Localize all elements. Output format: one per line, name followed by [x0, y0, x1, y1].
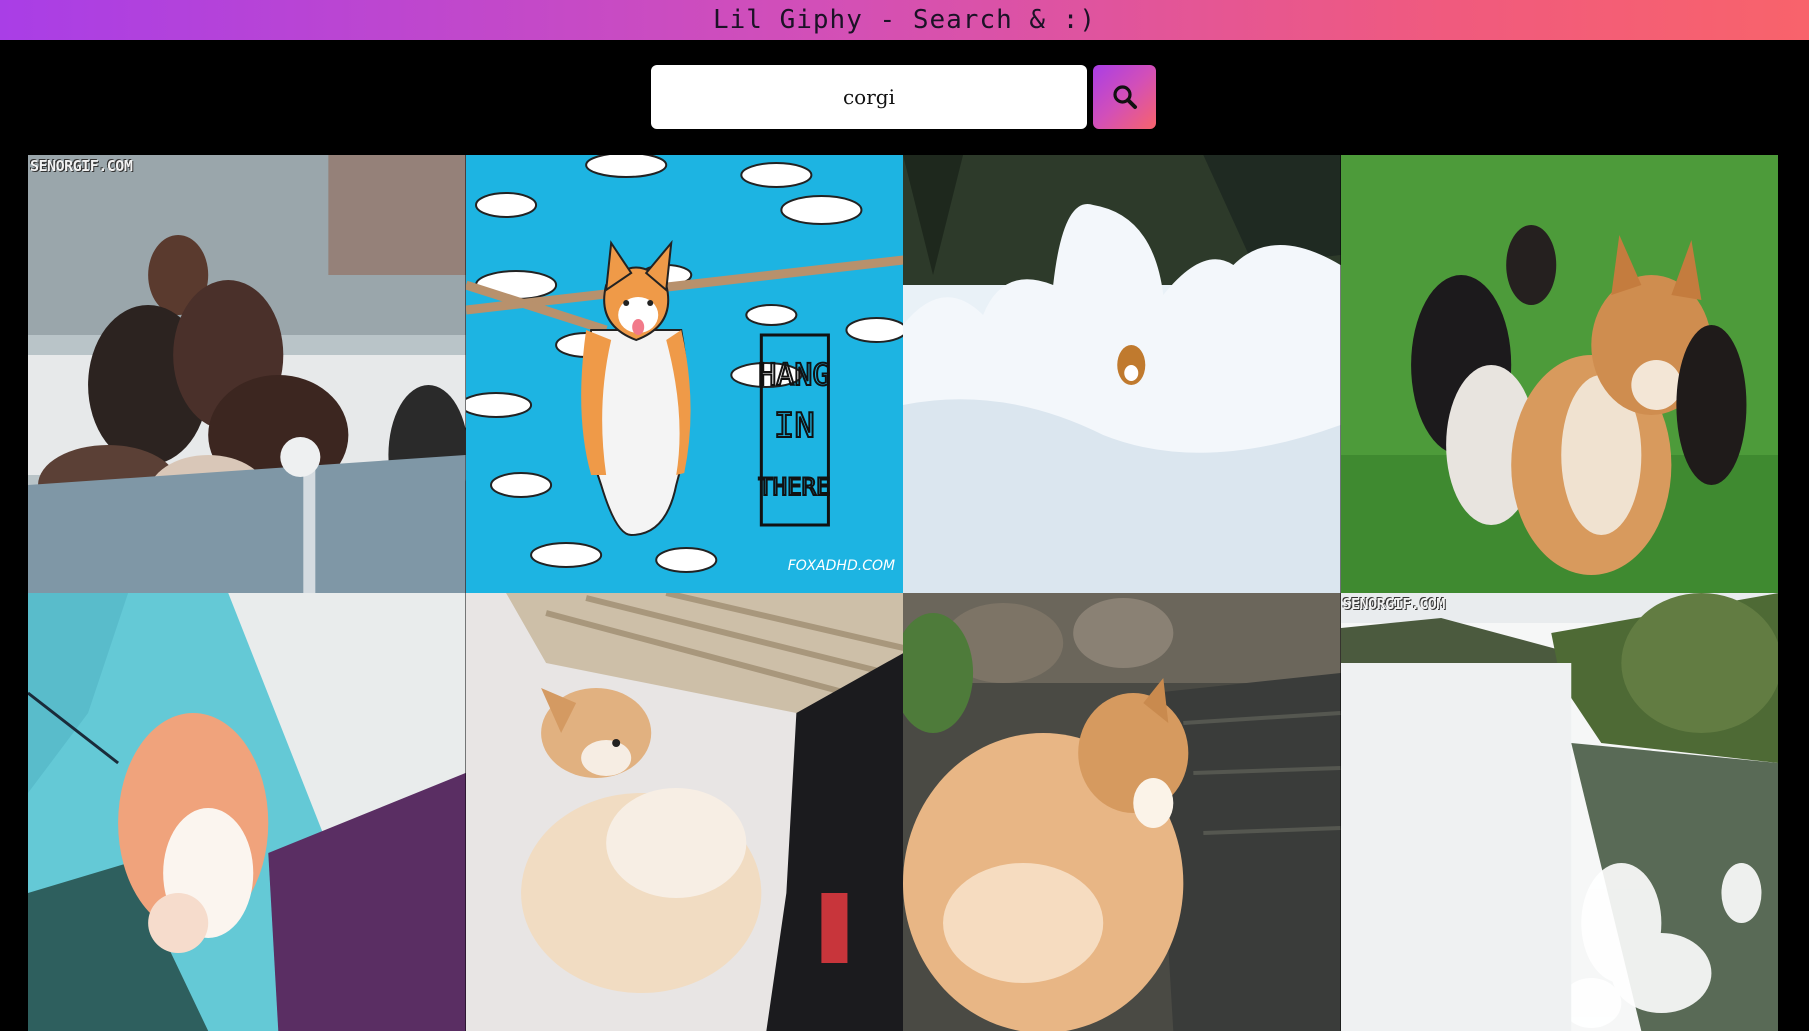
watermark-senorgif: SENORGIF.COM	[30, 157, 133, 175]
search-input[interactable]	[651, 65, 1087, 129]
gif-tile[interactable]: SENORGIF.COM	[28, 155, 466, 593]
app-header: Lil Giphy - Search & :)	[0, 0, 1809, 40]
gif-corgis-running-grass-image	[1340, 155, 1778, 593]
gif-corgi-bed-image	[465, 593, 903, 1031]
gif-puppies-playpen-image	[28, 155, 466, 593]
gif-corgi-tent-image	[28, 593, 466, 1031]
gif-tile[interactable]	[465, 593, 903, 1031]
gif-corgi-snow-image	[903, 155, 1341, 593]
gif-corgi-lake-splash-image	[1340, 593, 1778, 1031]
gif-tile[interactable]: SENORGIF.COM	[1340, 593, 1778, 1031]
gif-corgi-hang-in-there-image: HANG IN THERE FOXADHD.COM	[465, 155, 903, 593]
gif-tile[interactable]	[903, 593, 1341, 1031]
gif-corgi-water-rocks-image	[903, 593, 1341, 1031]
gif-tile[interactable]	[28, 593, 466, 1031]
gif-tile[interactable]	[903, 155, 1341, 593]
watermark-senorgif: SENORGIF.COM	[1342, 595, 1446, 613]
search-icon	[1112, 85, 1137, 109]
art-text-in: IN	[773, 406, 814, 446]
search-button[interactable]	[1093, 65, 1156, 129]
gif-tile[interactable]	[1340, 155, 1778, 593]
app-title: Lil Giphy - Search & :)	[712, 5, 1097, 35]
gif-tile[interactable]: HANG IN THERE FOXADHD.COM	[465, 155, 903, 593]
art-signature: FOXADHD.COM	[787, 558, 894, 574]
results-grid: SENORGIF.COM HANG IN THERE FOXADHD.COM S…	[28, 155, 1778, 1031]
art-text-there: THERE	[758, 473, 830, 501]
search-bar	[651, 65, 1156, 129]
art-text-hang: HANG	[758, 358, 830, 393]
